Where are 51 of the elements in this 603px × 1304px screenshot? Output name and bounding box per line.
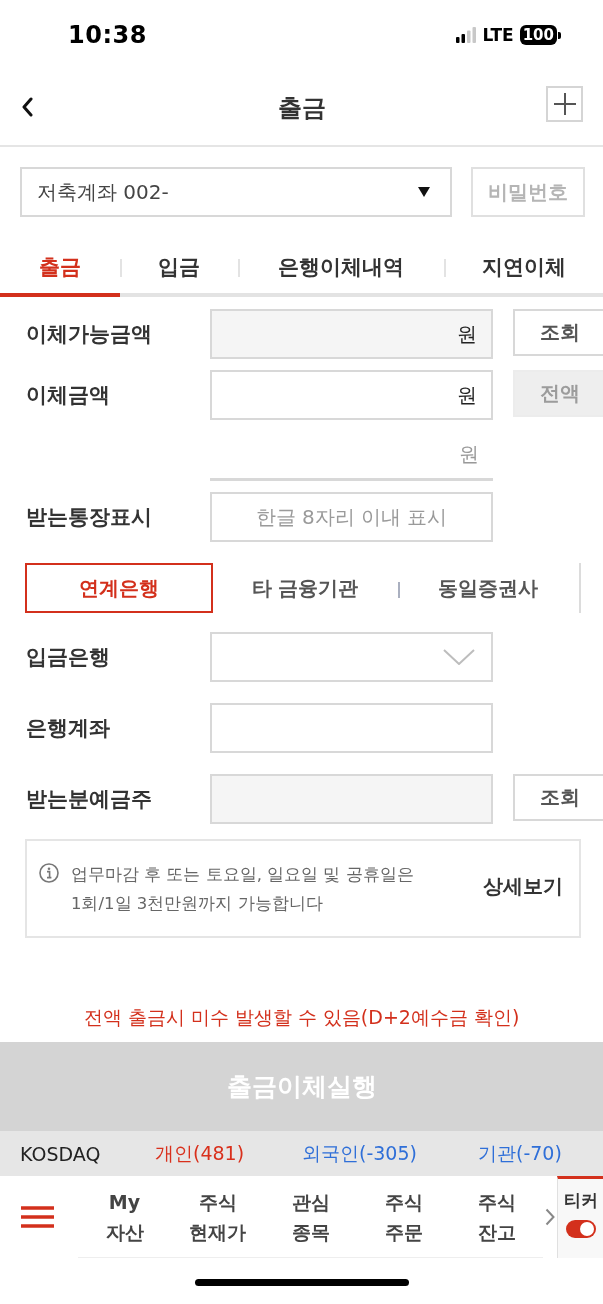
field-label: 이체가능금액 [26, 321, 153, 348]
ticker-label: 티커 [563, 1189, 598, 1212]
unit-label: 원 [457, 381, 477, 409]
menu-icon [20, 1206, 54, 1228]
tab[interactable]: 은행이체내역 [238, 245, 444, 297]
lookup-button[interactable]: 조회 [513, 309, 603, 356]
field-label: 입금은행 [26, 644, 111, 671]
segment-option[interactable]: 동일증권사 [397, 563, 579, 613]
plus-icon [553, 93, 576, 115]
nav-item[interactable]: 주식 주문 [357, 1176, 450, 1258]
investor-flow: 외국인(-305) [302, 1140, 418, 1166]
signal-icon [456, 27, 477, 43]
investor-flow: 개인(481) [155, 1140, 246, 1166]
add-button[interactable] [546, 86, 583, 122]
nav-item[interactable]: My 자산 [78, 1176, 171, 1258]
page-title: 출금 [277, 92, 326, 124]
account-select[interactable]: 저축계좌 002- [20, 167, 452, 217]
nav-item[interactable]: 관심 종목 [264, 1176, 357, 1258]
unit-label: 원 [459, 441, 479, 468]
info-icon [39, 863, 59, 883]
unit-label: 원 [457, 320, 477, 348]
chevron-left-icon [21, 97, 33, 117]
caret-down-icon [418, 187, 430, 197]
segment-option[interactable]: 연계은행 [25, 563, 213, 613]
input-field[interactable]: 한글 8자리 이내 표시 [210, 492, 493, 542]
segment-option[interactable]: 타 금융기관 [213, 563, 397, 613]
account-value: 저축계좌 002- [37, 178, 169, 206]
dropdown-field[interactable] [210, 632, 493, 682]
tab[interactable]: 지연이체 [444, 245, 603, 297]
market-name: KOSDAQ [19, 1142, 102, 1165]
nav-item[interactable]: 주식 잔고 [450, 1176, 543, 1258]
ticker-toggle[interactable] [565, 1220, 596, 1238]
lookup-button[interactable]: 조회 [513, 774, 603, 821]
notice-text: 업무마감 후 또는 토요일, 일요일 및 공휴일은 1회/1일 3천만원까지 가능합니다 [71, 863, 415, 915]
chevron-right-icon [545, 1208, 555, 1226]
field-label: 받는통장표시 [26, 504, 153, 531]
network-type: LTE [482, 25, 514, 45]
tab[interactable]: 입금 [120, 245, 238, 297]
input-field[interactable] [210, 703, 493, 753]
clock-time: 10:38 [68, 21, 147, 49]
investor-flow: 기관(-70) [478, 1140, 563, 1166]
battery-indicator: 100 [519, 25, 561, 45]
detail-link[interactable]: 상세보기 [483, 873, 563, 900]
chevron-down-icon [443, 649, 475, 665]
field-label: 은행계좌 [26, 715, 111, 742]
input-field[interactable]: 원 [210, 370, 493, 420]
field-label: 받는분예금주 [26, 786, 153, 813]
field-label: 이체금액 [26, 382, 111, 409]
tab[interactable]: 출금 [0, 245, 120, 297]
warning-text: 전액 출금시 미수 발생할 수 있음(D+2예수금 확인) [82, 1005, 521, 1030]
nav-item[interactable]: 주식 현재가 [171, 1176, 264, 1258]
